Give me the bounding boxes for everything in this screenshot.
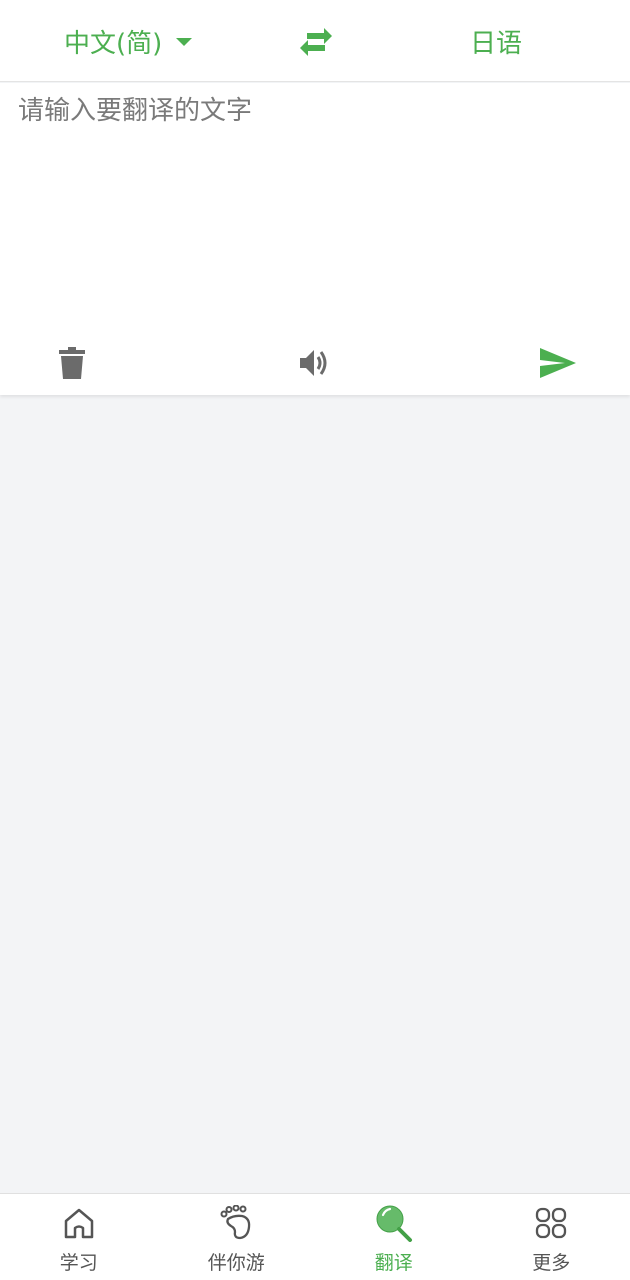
tab-travel[interactable]: 伴你游 xyxy=(158,1194,316,1280)
bottom-tab-bar: 学习 伴你游 翻译 更多 xyxy=(0,1193,630,1280)
tab-translate-label: 翻译 xyxy=(374,1252,413,1274)
speaker-icon xyxy=(300,350,327,376)
tab-study-label: 学习 xyxy=(59,1252,98,1274)
source-language-label: 中文(简) xyxy=(64,28,163,59)
send-button[interactable] xyxy=(536,341,580,385)
caret-down-icon xyxy=(176,38,193,46)
speak-button[interactable] xyxy=(293,341,337,385)
clear-button[interactable] xyxy=(50,341,94,385)
swap-arrows-icon xyxy=(300,28,332,56)
footprint-icon xyxy=(220,1205,251,1240)
tab-more-label: 更多 xyxy=(532,1252,571,1274)
translation-input[interactable] xyxy=(18,93,612,323)
target-language-selector[interactable]: 日语 xyxy=(470,0,522,82)
target-language-label: 日语 xyxy=(470,28,523,59)
magnifier-icon xyxy=(376,1205,412,1242)
translation-input-panel xyxy=(0,83,630,395)
language-bar: 中文(简) 日语 xyxy=(0,0,630,82)
grid-icon xyxy=(536,1207,567,1239)
trash-icon xyxy=(59,347,85,379)
send-icon xyxy=(540,348,576,378)
tab-translate[interactable]: 翻译 xyxy=(315,1194,473,1280)
tab-more[interactable]: 更多 xyxy=(473,1194,630,1280)
source-language-selector[interactable]: 中文(简) xyxy=(64,0,193,82)
home-icon xyxy=(64,1208,93,1239)
tab-study[interactable]: 学习 xyxy=(0,1194,158,1280)
swap-languages-button[interactable] xyxy=(296,22,336,62)
tab-travel-label: 伴你游 xyxy=(207,1252,265,1274)
